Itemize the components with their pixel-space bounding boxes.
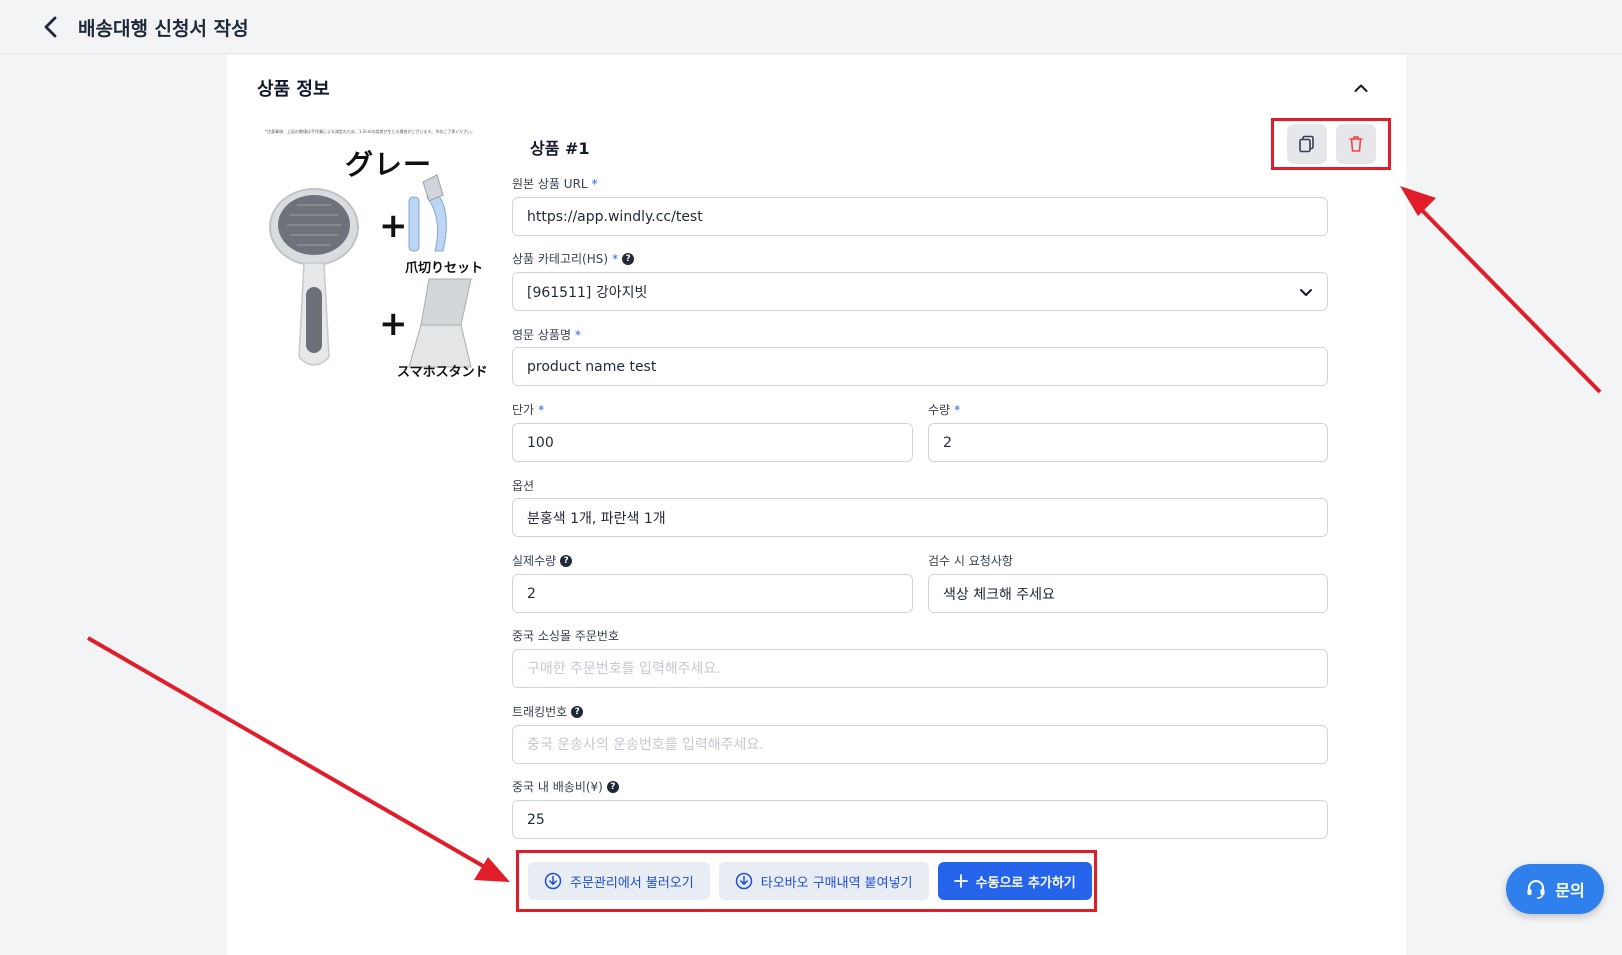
actual-quantity-input[interactable]	[512, 574, 913, 613]
url-label: 원본 상품 URL *	[512, 176, 598, 192]
tracking-number-input[interactable]	[512, 725, 1328, 764]
inspection-request-label: 검수 시 요청사항	[928, 554, 1013, 568]
url-input[interactable]	[512, 197, 1328, 236]
help-icon[interactable]: ?	[560, 554, 573, 567]
plus-icon	[953, 874, 968, 888]
quantity-input[interactable]	[928, 423, 1328, 462]
copy-product-button[interactable]	[1286, 124, 1327, 164]
chevron-down-icon	[1300, 289, 1312, 296]
download-circle-icon	[735, 872, 752, 890]
quantity-label: 수량 *	[928, 402, 961, 418]
help-icon[interactable]: ?	[571, 705, 584, 718]
collapse-button[interactable]	[1350, 77, 1372, 99]
option-label: 옵션	[512, 479, 535, 493]
trash-icon	[1348, 136, 1363, 152]
chevron-up-icon	[1354, 84, 1368, 92]
category-selected-value: [961511] 강아지빗	[527, 284, 648, 301]
copy-icon	[1298, 135, 1314, 153]
china-shipping-input[interactable]	[512, 800, 1328, 839]
product-action-buttons	[1271, 118, 1391, 170]
inquiry-chat-button[interactable]: 문의	[1506, 864, 1604, 914]
add-product-buttons: 주문관리에서 불러오기 타오바오 구매내역 붙여넣기 수동으로 추가하기	[516, 850, 1097, 912]
paste-taobao-button[interactable]: 타오바오 구매내역 붙여넣기	[718, 862, 929, 900]
unit-price-input[interactable]	[512, 423, 913, 462]
category-select[interactable]: [961511] 강아지빗	[512, 272, 1328, 311]
inspection-request-input[interactable]	[928, 574, 1328, 613]
order-number-input[interactable]	[512, 649, 1328, 688]
help-icon[interactable]: ?	[606, 780, 619, 793]
image-label-stand: スマホスタンド	[397, 365, 488, 380]
tracking-number-label: 트래킹번호 ?	[512, 703, 584, 720]
image-label-clippers: 爪切りセット	[405, 261, 484, 276]
delete-product-button[interactable]	[1335, 124, 1376, 164]
download-circle-icon	[544, 872, 562, 890]
help-icon[interactable]: ?	[622, 252, 635, 265]
order-number-label: 중국 소싱몰 주문번호	[512, 629, 619, 643]
product-image: *注意事項：上記の数値は手作業による測定のため、1-2cmの誤差が生じる場合がご…	[257, 127, 505, 380]
category-label: 상품 카테고리(HS) * ?	[512, 250, 635, 267]
unit-price-label: 단가 *	[512, 402, 545, 418]
english-name-label: 영문 상품명 *	[512, 327, 582, 343]
headset-icon	[1527, 880, 1545, 899]
svg-text:+: +	[379, 304, 408, 344]
back-button[interactable]	[36, 12, 66, 42]
product-heading: 상품 #1	[530, 139, 590, 158]
actual-quantity-label: 실제수량 ?	[512, 552, 573, 569]
svg-text:+: +	[379, 206, 408, 246]
product-info-card: 상품 정보 *注意事項：上記の数値は手作業による測定のため、1-2cmの誤差が生…	[227, 55, 1406, 955]
page-title: 배송대행 신청서 작성	[78, 18, 249, 40]
section-title: 상품 정보	[257, 79, 330, 100]
english-name-input[interactable]	[512, 347, 1328, 386]
china-shipping-label: 중국 내 배송비(¥) ?	[512, 778, 619, 795]
brush-illustration: + +	[269, 174, 472, 368]
option-input[interactable]	[512, 498, 1328, 537]
import-orders-button[interactable]: 주문관리에서 불러오기	[528, 862, 710, 900]
add-manual-button[interactable]: 수동으로 추가하기	[937, 862, 1092, 900]
top-bar: 배송대행 신청서 작성	[0, 0, 1622, 54]
chevron-left-icon	[44, 16, 57, 38]
